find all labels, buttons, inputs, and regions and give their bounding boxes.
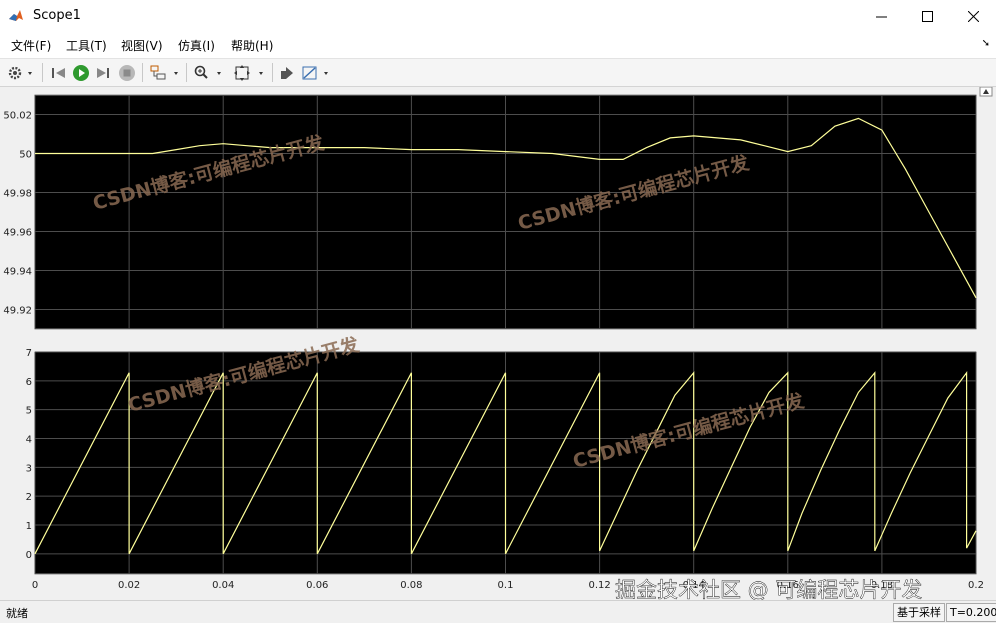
undock-button[interactable]	[979, 86, 993, 97]
zoom-button[interactable]	[192, 62, 226, 83]
y-tick-label: 5	[26, 406, 32, 417]
status-ready: 就绪	[6, 607, 28, 620]
y-tick-label: 49.92	[3, 306, 32, 317]
maximize-button[interactable]	[904, 0, 950, 32]
y-tick-label: 0	[26, 550, 32, 561]
y-tick-label: 50	[19, 150, 32, 161]
stop-button[interactable]	[116, 62, 138, 83]
x-tick-label: 0.08	[400, 580, 422, 591]
menu-bar: 文件(F) 工具(T) 视图(V) 仿真(I) 帮助(H) ➘	[0, 32, 996, 59]
y-tick-label: 1	[26, 521, 32, 532]
step-forward-button[interactable]	[92, 62, 114, 83]
step-forward-icon	[97, 67, 109, 78]
export-button[interactable]	[276, 62, 298, 83]
stop-icon	[119, 64, 135, 81]
configuration-button[interactable]	[6, 62, 36, 83]
axes-top[interactable]: 50.02 50 49.98 49.96 49.94 49.92	[3, 94, 977, 330]
fit-axes-button[interactable]	[232, 62, 268, 83]
close-button[interactable]	[950, 0, 996, 32]
step-back-button[interactable]	[48, 62, 70, 83]
gear-icon	[8, 66, 32, 79]
minimize-icon	[875, 16, 887, 17]
step-back-icon	[52, 67, 65, 78]
status-time: T=0.200	[946, 603, 996, 622]
y-tick-label: 6	[26, 377, 32, 388]
status-bar: 就绪 基于采样 T=0.200	[0, 600, 996, 623]
y-tick-label: 49.98	[3, 189, 32, 200]
toolbar	[0, 59, 996, 87]
toolbar-separator	[272, 63, 273, 82]
x-tick-label: 0.1	[498, 580, 514, 591]
x-tick-label: 0.2	[968, 580, 984, 591]
close-icon	[967, 10, 979, 22]
menu-arrow-icon[interactable]: ➘	[982, 38, 990, 49]
y-tick-label: 4	[26, 434, 32, 445]
measure-icon	[302, 66, 328, 79]
menu-simulation[interactable]: 仿真(I)	[178, 37, 215, 54]
measure-button[interactable]	[300, 62, 334, 83]
scope-plots: 50.02 50 49.98 49.96 49.94 49.92 7 6 5 4 3 2 1 0 0 0.0…	[3, 86, 993, 591]
highlight-button[interactable]	[148, 62, 182, 83]
run-button[interactable]	[70, 62, 92, 83]
menu-view[interactable]: 视图(V)	[121, 37, 163, 54]
y-tick-label: 7	[26, 348, 32, 359]
run-icon	[73, 64, 89, 81]
title-bar: Scope1	[0, 0, 996, 32]
x-tick-label: 0	[32, 580, 38, 591]
plot-area: 50.02 50 49.98 49.96 49.94 49.92 7 6 5 4 3 2 1 0 0 0.0…	[0, 86, 996, 600]
maximize-icon	[921, 10, 933, 22]
y-tick-label: 50.02	[3, 111, 32, 122]
toolbar-separator	[186, 63, 187, 82]
x-tick-label: 0.02	[118, 580, 140, 591]
y-tick-label: 49.94	[3, 267, 32, 278]
y-tick-label: 49.96	[3, 228, 32, 239]
highlight-icon	[150, 65, 178, 79]
fit-axes-icon	[234, 64, 263, 81]
toolbar-separator	[42, 63, 43, 82]
minimize-button[interactable]	[858, 0, 904, 32]
menu-file[interactable]: 文件(F)	[11, 37, 51, 54]
x-tick-label: 0.12	[588, 580, 610, 591]
toolbar-separator	[142, 63, 143, 82]
x-tick-label: 0.18	[871, 580, 893, 591]
menu-tools[interactable]: 工具(T)	[66, 37, 107, 54]
y-tick-label: 2	[26, 492, 32, 503]
x-tick-label: 0.16	[777, 580, 799, 591]
export-icon	[281, 66, 293, 79]
x-tick-label: 0.06	[306, 580, 328, 591]
status-sample-mode: 基于采样	[893, 603, 945, 622]
window-title: Scope1	[33, 8, 81, 23]
x-tick-label: 0.14	[683, 580, 705, 591]
y-tick-label: 3	[26, 463, 32, 474]
matlab-icon	[8, 8, 24, 24]
menu-help[interactable]: 帮助(H)	[231, 37, 273, 54]
x-tick-label: 0.04	[212, 580, 234, 591]
zoom-icon	[194, 65, 221, 79]
axes-bottom[interactable]: 7 6 5 4 3 2 1 0 0 0.02 0.04 0.06 0.08 0.1 0.12 0.14 0.16…	[26, 348, 984, 591]
